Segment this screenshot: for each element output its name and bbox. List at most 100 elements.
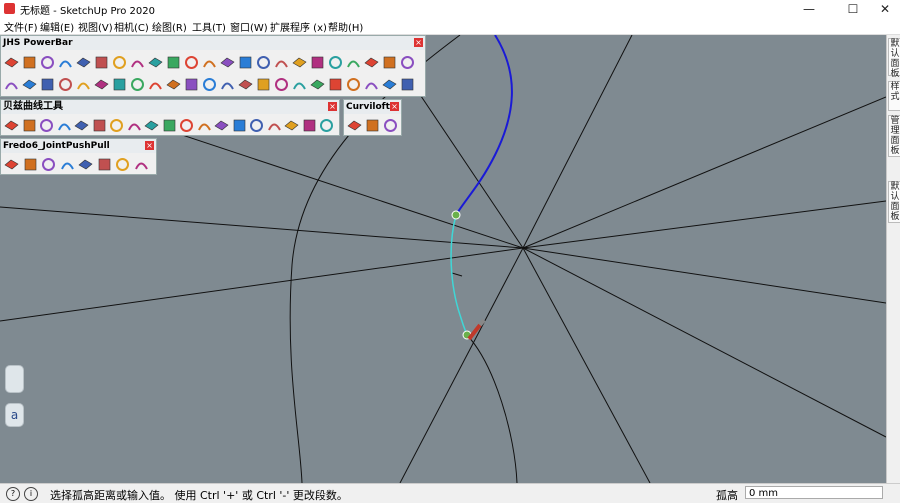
measurements-input[interactable]: 0 mm (745, 486, 883, 499)
toolbar-tool-icon[interactable] (57, 118, 72, 133)
menu-view[interactable]: 视图(V) (78, 19, 113, 34)
close-icon[interactable]: × (328, 102, 337, 111)
toolbar-tool-icon[interactable] (382, 55, 397, 70)
toolbar-tool-icon[interactable] (112, 77, 127, 92)
toolbar-tool-icon[interactable] (319, 118, 334, 133)
toolbar-tool-icon[interactable] (40, 77, 55, 92)
toolbar-tool-icon[interactable] (256, 77, 271, 92)
menu-file[interactable]: 文件(F) (4, 19, 38, 34)
toolbar-tool-icon[interactable] (302, 118, 317, 133)
toolbar-tool-icon[interactable] (4, 157, 19, 172)
tab-default-tray[interactable]: 默认面板 (888, 38, 900, 79)
toolbar-tool-icon[interactable] (22, 55, 37, 70)
toolbar-tool-icon[interactable] (347, 118, 362, 133)
toolbar-tool-icon[interactable] (130, 77, 145, 92)
toolbar-tool-icon[interactable] (364, 55, 379, 70)
close-icon[interactable]: × (390, 102, 399, 111)
tab-default-tray-2[interactable]: 默认面板 (888, 181, 900, 223)
toolbar-tool-icon[interactable] (76, 77, 91, 92)
toolbar-tool-icon[interactable] (162, 118, 177, 133)
toolbar-tool-icon[interactable] (202, 77, 217, 92)
toolbar-tool-icon[interactable] (22, 118, 37, 133)
toolbar-tool-icon[interactable] (115, 157, 130, 172)
toolbar-tool-icon[interactable] (22, 77, 37, 92)
toolbar-tool-icon[interactable] (292, 77, 307, 92)
toolbar-tool-icon[interactable] (364, 77, 379, 92)
toolbar-tool-icon[interactable] (249, 118, 264, 133)
toolbar-tool-icon[interactable] (214, 118, 229, 133)
toolbar-tool-icon[interactable] (365, 118, 380, 133)
toolbar-tool-icon[interactable] (41, 157, 56, 172)
menu-edit[interactable]: 编辑(E) (40, 19, 74, 34)
toolbar-tool-icon[interactable] (284, 118, 299, 133)
toolbar-tool-icon[interactable] (292, 55, 307, 70)
toolbar-tool-icon[interactable] (346, 77, 361, 92)
toolbar-tool-icon[interactable] (134, 157, 149, 172)
toolbar-tool-icon[interactable] (97, 157, 112, 172)
toolbar-tool-icon[interactable] (346, 55, 361, 70)
tab-styles[interactable]: 样式 (888, 81, 900, 111)
toolbar-tool-icon[interactable] (148, 55, 163, 70)
toolbar-tool-icon[interactable] (144, 118, 159, 133)
toolbar-tool-icon[interactable] (197, 118, 212, 133)
toolbar-tool-icon[interactable] (58, 55, 73, 70)
toolbar-tool-icon[interactable] (4, 77, 19, 92)
toolbar-tool-icon[interactable] (166, 55, 181, 70)
menu-help[interactable]: 帮助(H) (328, 19, 363, 34)
close-icon[interactable]: × (145, 141, 154, 150)
side-scroll-button[interactable] (5, 365, 24, 393)
toolbar-tool-icon[interactable] (58, 77, 73, 92)
toolbar-tool-icon[interactable] (40, 55, 55, 70)
toolbar-tool-icon[interactable] (78, 157, 93, 172)
info-icon[interactable]: i (24, 487, 38, 501)
toolbar-tool-icon[interactable] (4, 118, 19, 133)
toolbar-tool-icon[interactable] (4, 55, 19, 70)
toolbar-tool-icon[interactable] (179, 118, 194, 133)
menu-draw[interactable]: 绘图(R) (152, 19, 187, 34)
side-a-button[interactable]: a (5, 403, 24, 427)
toolbar-tool-icon[interactable] (267, 118, 282, 133)
toolbar-tool-icon[interactable] (184, 55, 199, 70)
toolbar-tool-icon[interactable] (76, 55, 91, 70)
menu-window[interactable]: 窗口(W) (230, 19, 268, 34)
toolbar-tool-icon[interactable] (112, 55, 127, 70)
toolbar-tool-icon[interactable] (310, 55, 325, 70)
toolbar-tool-icon[interactable] (166, 77, 181, 92)
toolbar-tool-icon[interactable] (60, 157, 75, 172)
menu-camera[interactable]: 相机(C) (114, 19, 149, 34)
toolbar-tool-icon[interactable] (148, 77, 163, 92)
toolbar-tool-icon[interactable] (127, 118, 142, 133)
geo-location-icon[interactable]: ? (6, 487, 20, 501)
toolbar-tool-icon[interactable] (400, 55, 415, 70)
toolbar-tool-icon[interactable] (94, 77, 109, 92)
toolbar-tool-icon[interactable] (74, 118, 89, 133)
toolbar-tool-icon[interactable] (383, 118, 398, 133)
toolbar-tool-icon[interactable] (23, 157, 38, 172)
menu-extensions[interactable]: 扩展程序 (x) (270, 19, 327, 34)
toolbar-tool-icon[interactable] (400, 77, 415, 92)
minimize-button[interactable]: — (790, 0, 828, 18)
toolbar-tool-icon[interactable] (92, 118, 107, 133)
toolbar-tool-icon[interactable] (256, 55, 271, 70)
toolbar-tool-icon[interactable] (39, 118, 54, 133)
toolbar-tool-icon[interactable] (220, 55, 235, 70)
toolbar-tool-icon[interactable] (232, 118, 247, 133)
toolbar-tool-icon[interactable] (328, 77, 343, 92)
toolbar-tool-icon[interactable] (109, 118, 124, 133)
close-icon[interactable]: × (414, 38, 423, 47)
toolbar-tool-icon[interactable] (238, 55, 253, 70)
toolbar-tool-icon[interactable] (202, 55, 217, 70)
toolbar-tool-icon[interactable] (94, 55, 109, 70)
menu-tools[interactable]: 工具(T) (192, 19, 226, 34)
toolbar-tool-icon[interactable] (184, 77, 199, 92)
tab-manage-tray[interactable]: 管理面板 (888, 115, 900, 157)
toolbar-tool-icon[interactable] (274, 55, 289, 70)
toolbar-tool-icon[interactable] (130, 55, 145, 70)
close-button[interactable]: ✕ (866, 0, 900, 18)
toolbar-tool-icon[interactable] (328, 55, 343, 70)
toolbar-tool-icon[interactable] (310, 77, 325, 92)
toolbar-tool-icon[interactable] (238, 77, 253, 92)
toolbar-tool-icon[interactable] (274, 77, 289, 92)
toolbar-tool-icon[interactable] (220, 77, 235, 92)
toolbar-tool-icon[interactable] (382, 77, 397, 92)
